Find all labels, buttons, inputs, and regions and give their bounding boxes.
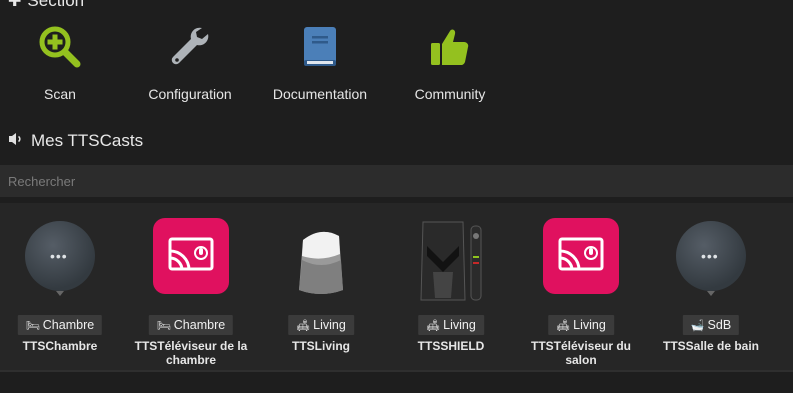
- casts-heading: Mes TTSCasts: [8, 130, 143, 152]
- cast-card-salle-de-bain[interactable]: ••• 🛁 SdB TTSSalle de bain: [646, 213, 776, 363]
- cast-card-tv-chambre[interactable]: 🛏 Chambre TTSTéléviseur de la chambre: [126, 213, 256, 367]
- cast-card-ttsshield[interactable]: 🛋 Living TTSSHIELD: [386, 213, 516, 363]
- sofa-icon: 🛋: [426, 320, 441, 332]
- home-speaker-image: [256, 213, 386, 305]
- casts-title: Mes TTSCasts: [31, 131, 144, 150]
- search-input[interactable]: [0, 165, 793, 197]
- casts-panel: ••• 🛏 Chambre TTSChambre 🛏 Chambre TTSTé…: [0, 203, 793, 372]
- plus-icon: ✚: [8, 0, 22, 10]
- bed-icon: 🛏: [25, 320, 40, 332]
- documentation-button[interactable]: Documentation: [255, 20, 385, 108]
- room-badge: 🛋 Living: [548, 315, 614, 335]
- actions-row: Scan Configuration Documentation Communi…: [0, 20, 793, 110]
- device-name: TTSTéléviseur du salon: [530, 339, 632, 367]
- volume-icon: [8, 131, 24, 151]
- room-badge: 🛏 Chambre: [17, 315, 103, 335]
- cast-card-ttschambre[interactable]: ••• 🛏 Chambre TTSChambre: [0, 213, 125, 363]
- cast-tv-image: [126, 213, 256, 305]
- search-plus-icon: [35, 22, 85, 72]
- room-badge: 🛋 Living: [288, 315, 354, 335]
- documentation-label: Documentation: [272, 86, 368, 102]
- sofa-icon: 🛋: [556, 320, 571, 332]
- device-name: TTSSalle de bain: [662, 339, 760, 353]
- device-name: TTSTéléviseur de la chambre: [134, 339, 248, 367]
- device-name: TTSChambre: [22, 339, 98, 353]
- scan-button[interactable]: Scan: [0, 20, 125, 108]
- room-badge: 🛋 Living: [418, 315, 484, 335]
- wrench-icon: [165, 22, 215, 72]
- book-icon: [295, 22, 345, 72]
- section-header: ✚ Section: [8, 0, 84, 10]
- scan-label: Scan: [44, 86, 76, 102]
- room-badge: 🛏 Chambre: [148, 315, 234, 335]
- room-badge: 🛁 SdB: [682, 315, 740, 335]
- device-name: TTSLiving: [292, 339, 350, 353]
- device-name: TTSSHIELD: [417, 339, 485, 353]
- cast-tv-image: [516, 213, 646, 305]
- configuration-button[interactable]: Configuration: [125, 20, 255, 108]
- shield-image: [386, 213, 516, 305]
- bed-icon: 🛏: [156, 320, 171, 332]
- community-label: Community: [414, 86, 486, 102]
- cast-card-tv-salon[interactable]: 🛋 Living TTSTéléviseur du salon: [516, 213, 646, 367]
- configuration-label: Configuration: [148, 86, 232, 102]
- sofa-icon: 🛋: [296, 320, 311, 332]
- cast-card-ttsliving[interactable]: 🛋 Living TTSLiving: [256, 213, 386, 363]
- speaker-mini-image: •••: [646, 213, 776, 305]
- community-button[interactable]: Community: [385, 20, 515, 108]
- section-title: Section: [27, 0, 85, 10]
- speaker-mini-image: •••: [0, 213, 125, 305]
- thumbs-up-icon: [425, 22, 475, 72]
- bath-icon: 🛁: [690, 320, 705, 332]
